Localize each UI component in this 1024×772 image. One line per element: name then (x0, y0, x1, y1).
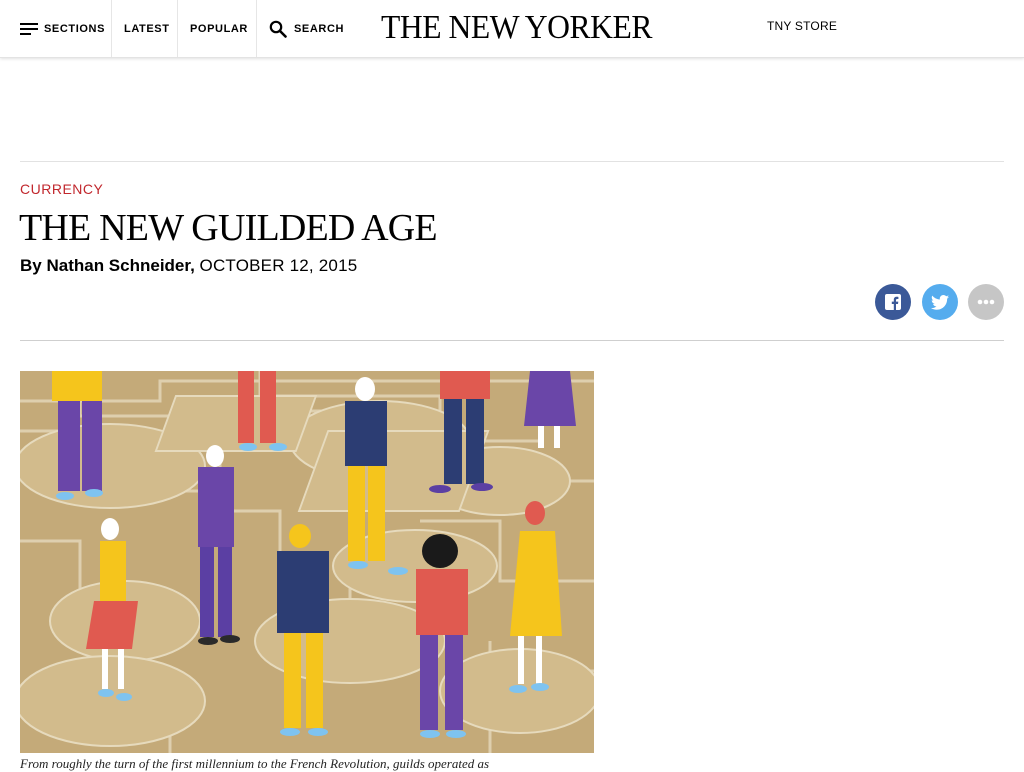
twitter-share-button[interactable] (922, 284, 958, 320)
twitter-icon (931, 294, 949, 310)
nav-divider (111, 0, 112, 57)
nav-divider (256, 0, 257, 57)
illustration-caption: From roughly the turn of the first mille… (20, 756, 490, 771)
byline-prefix: By (20, 256, 42, 275)
facebook-icon (885, 294, 901, 310)
hamburger-icon (20, 22, 38, 35)
search-button[interactable]: SEARCH (269, 0, 344, 57)
rubric-link[interactable]: CURRENCY (20, 181, 103, 197)
article-headline: THE NEW GUILDED AGE (19, 207, 438, 249)
publish-date: OCTOBER 12, 2015 (199, 256, 358, 275)
content-divider (20, 340, 1004, 341)
tny-store-link[interactable]: TNY STORE (767, 19, 837, 33)
more-options-icon (977, 299, 995, 305)
article-illustration (20, 371, 594, 753)
search-icon (269, 20, 287, 38)
sections-menu-button[interactable]: SECTIONS (20, 0, 105, 57)
author-link[interactable]: Nathan Schneider, (46, 256, 194, 275)
facebook-share-button[interactable] (875, 284, 911, 320)
latest-link[interactable]: LATEST (124, 0, 170, 57)
nav-divider (177, 0, 178, 57)
byline: By Nathan Schneider, OCTOBER 12, 2015 (20, 255, 357, 277)
header-divider (20, 161, 1004, 162)
search-label: SEARCH (294, 22, 345, 35)
new-yorker-logo[interactable]: THE NEW YORKER (381, 6, 652, 50)
more-share-options-button[interactable] (968, 284, 1004, 320)
sections-label: SECTIONS (44, 22, 106, 35)
popular-link[interactable]: POPULAR (190, 0, 248, 57)
top-navigation-bar: SECTIONS LATEST POPULAR SEARCH THE NEW Y… (0, 0, 1024, 58)
guild-people-illustration (20, 371, 594, 753)
